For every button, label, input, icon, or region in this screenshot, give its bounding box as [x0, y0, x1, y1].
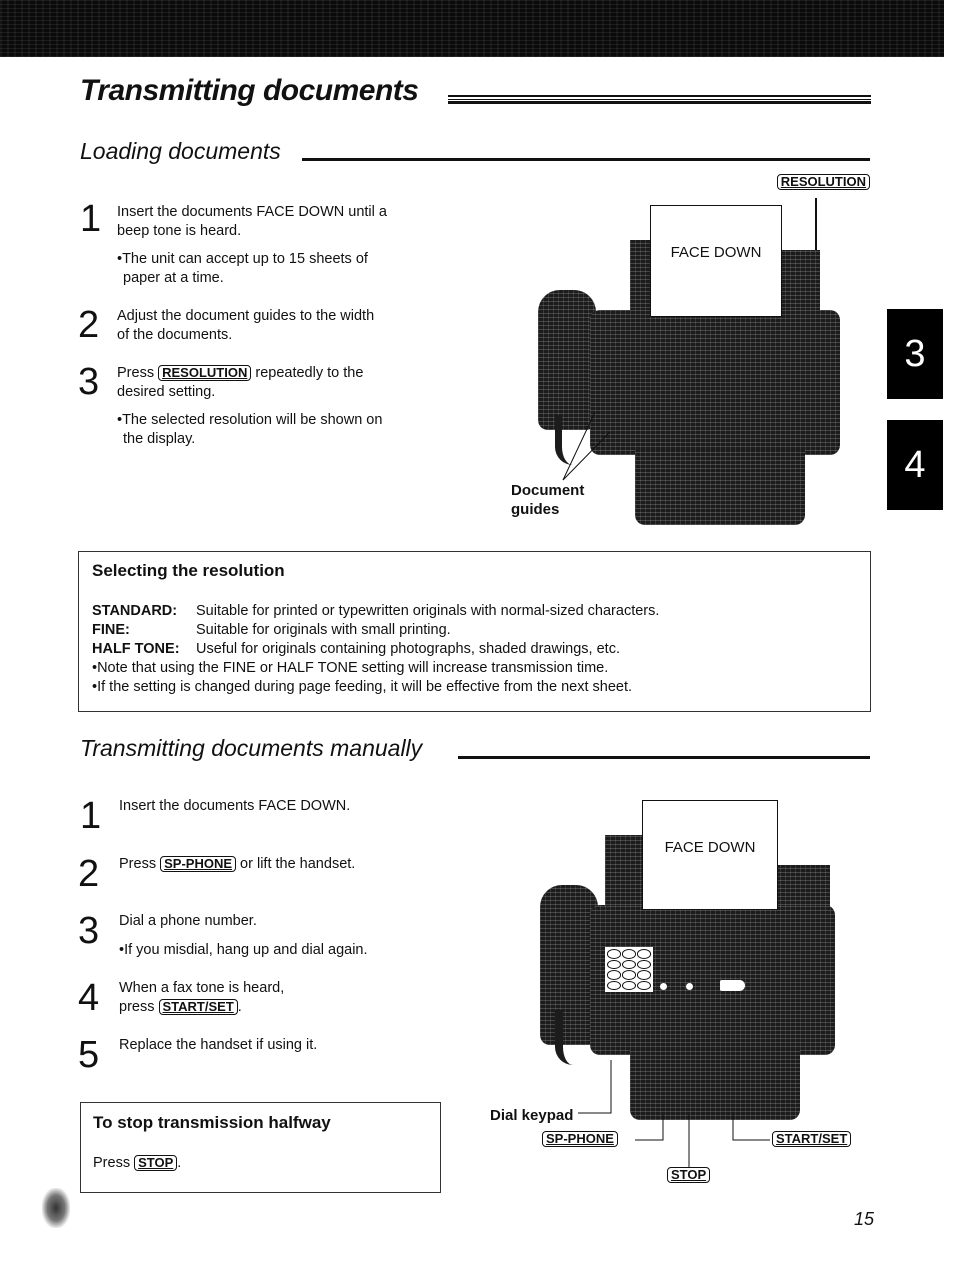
resolution-key-label: RESOLUTION [776, 174, 870, 190]
document-guides-label: Document guides [511, 481, 584, 519]
resolution-box-title: Selecting the resolution [92, 561, 285, 580]
step-number: 2 [78, 853, 100, 895]
guides-leader-lines [562, 411, 611, 481]
resolution-note: •Note that using the FINE or HALF TONE s… [92, 660, 609, 676]
step-text-prefix: press [119, 999, 155, 1015]
step-text-line: desired setting. [117, 384, 216, 400]
page-title: Transmitting documents [80, 74, 419, 107]
step-text-line: of the documents. [117, 327, 233, 343]
fax-body [590, 310, 840, 455]
face-down-label: FACE DOWN [670, 244, 762, 261]
stop-text-prefix: Press [93, 1155, 131, 1171]
start-set-key-label: START/SET [772, 1131, 852, 1147]
step-number: 5 [78, 1034, 100, 1076]
chapter-tab-4: 4 [887, 420, 943, 510]
scan-smudge [42, 1188, 70, 1228]
step-text: Insert the documents FACE DOWN. [119, 798, 351, 814]
stop-text-suffix: . [177, 1155, 182, 1171]
resolution-term: HALF TONE: [92, 641, 180, 657]
resolution-list: STANDARD: Suitable for printed or typewri… [92, 602, 659, 697]
loading-heading: Loading documents [80, 138, 281, 164]
step-text: Insert the documents FACE DOWN until a b… [117, 203, 447, 288]
header-band [0, 0, 944, 57]
title-rule [448, 95, 871, 104]
guides-label-line: guides [511, 501, 560, 518]
step-number: 1 [80, 198, 102, 240]
chapter-tab-3: 3 [887, 309, 943, 399]
stop-key: STOP [134, 1155, 178, 1171]
handset [538, 290, 596, 430]
step-text: Adjust the document guides to the width … [117, 307, 447, 345]
step-text-line: press START/SET. [119, 998, 449, 1017]
sp-phone-key: SP-PHONE [160, 856, 237, 872]
step-text: Dial a phone number. •If you misdial, ha… [119, 912, 449, 960]
step-text-suffix: or lift the handset. [240, 856, 356, 872]
resolution-info-box: Selecting the resolution STANDARD: Suitab… [78, 551, 871, 712]
step-note-line: paper at a time. [123, 270, 224, 286]
step-text-line: Press RESOLUTION repeatedly to the [117, 364, 447, 383]
step-number: 4 [78, 977, 100, 1019]
step-note-line: •The unit can accept up to 15 sheets of [117, 251, 368, 267]
step-text-prefix: Press [117, 365, 155, 381]
resolution-desc: Suitable for printed or typewritten orig… [196, 603, 660, 619]
guides-label-line: Document [511, 482, 585, 499]
output-tray [635, 450, 805, 525]
step-note-line: •The selected resolution will be shown o… [117, 412, 383, 428]
step-text: Replace the handset if using it. [119, 1037, 318, 1053]
start-set-key: START/SET [158, 999, 238, 1015]
step-text-prefix: Press [119, 856, 157, 872]
resolution-note: •If the setting is changed during page f… [92, 679, 633, 695]
stop-info-box: To stop transmission halfway Press STOP. [80, 1102, 441, 1193]
resolution-row-half-tone: HALF TONE: Useful for originals containin… [92, 640, 659, 659]
step-number: 3 [78, 361, 100, 403]
step-text: When a fax tone is heard, press START/SE… [119, 979, 449, 1017]
step-note-line: the display. [123, 431, 196, 447]
document-paper: FACE DOWN [650, 205, 782, 317]
dial-keypad-label: Dial keypad [490, 1107, 574, 1124]
step-note: •If you misdial, hang up and dial again. [119, 942, 368, 958]
step-text-suffix: . [237, 999, 242, 1015]
step-text: Press SP-PHONE or lift the handset. [119, 855, 449, 874]
resolution-row-standard: STANDARD: Suitable for printed or typewri… [92, 602, 659, 621]
step-text-line: Insert the documents FACE DOWN until a [117, 204, 387, 220]
stop-box-text: Press STOP. [93, 1154, 181, 1173]
manual-heading-rule [458, 756, 870, 759]
step-text-suffix: repeatedly to the [255, 365, 364, 381]
fax-diagram-loading: RESOLUTION FACE DOWN Document guides [500, 170, 880, 530]
step-text: Press RESOLUTION repeatedly to the desir… [117, 364, 447, 449]
stop-key-label: STOP [667, 1167, 711, 1183]
resolution-row-fine: FINE: Suitable for originals with small p… [92, 621, 659, 640]
step-number: 2 [78, 304, 100, 346]
step-text-line: When a fax tone is heard, [119, 980, 285, 996]
sp-phone-key-label: SP-PHONE [542, 1131, 618, 1147]
step-text-line: beep tone is heard. [117, 223, 242, 239]
resolution-term: STANDARD: [92, 603, 178, 619]
step-note: •The unit can accept up to 15 sheets of … [117, 250, 447, 288]
stop-box-title: To stop transmission halfway [93, 1113, 331, 1132]
loading-heading-rule [302, 158, 870, 161]
step-note: •The selected resolution will be shown o… [117, 411, 447, 449]
manual-heading: Transmitting documents manually [80, 735, 423, 761]
resolution-key: RESOLUTION [158, 365, 252, 381]
resolution-desc: Useful for originals containing photogra… [196, 641, 620, 657]
step-text-line: Adjust the document guides to the width [117, 308, 375, 324]
page-number: 15 [853, 1209, 874, 1229]
step-number: 3 [78, 910, 100, 952]
resolution-desc: Suitable for originals with small printi… [196, 622, 451, 638]
fax-diagram-manual: FACE DOWN Dial keypad SP-PHONE START/SET… [480, 790, 880, 1200]
resolution-term: FINE: [92, 622, 130, 638]
step-text-line: Dial a phone number. [119, 913, 257, 929]
step-number: 1 [80, 795, 102, 837]
